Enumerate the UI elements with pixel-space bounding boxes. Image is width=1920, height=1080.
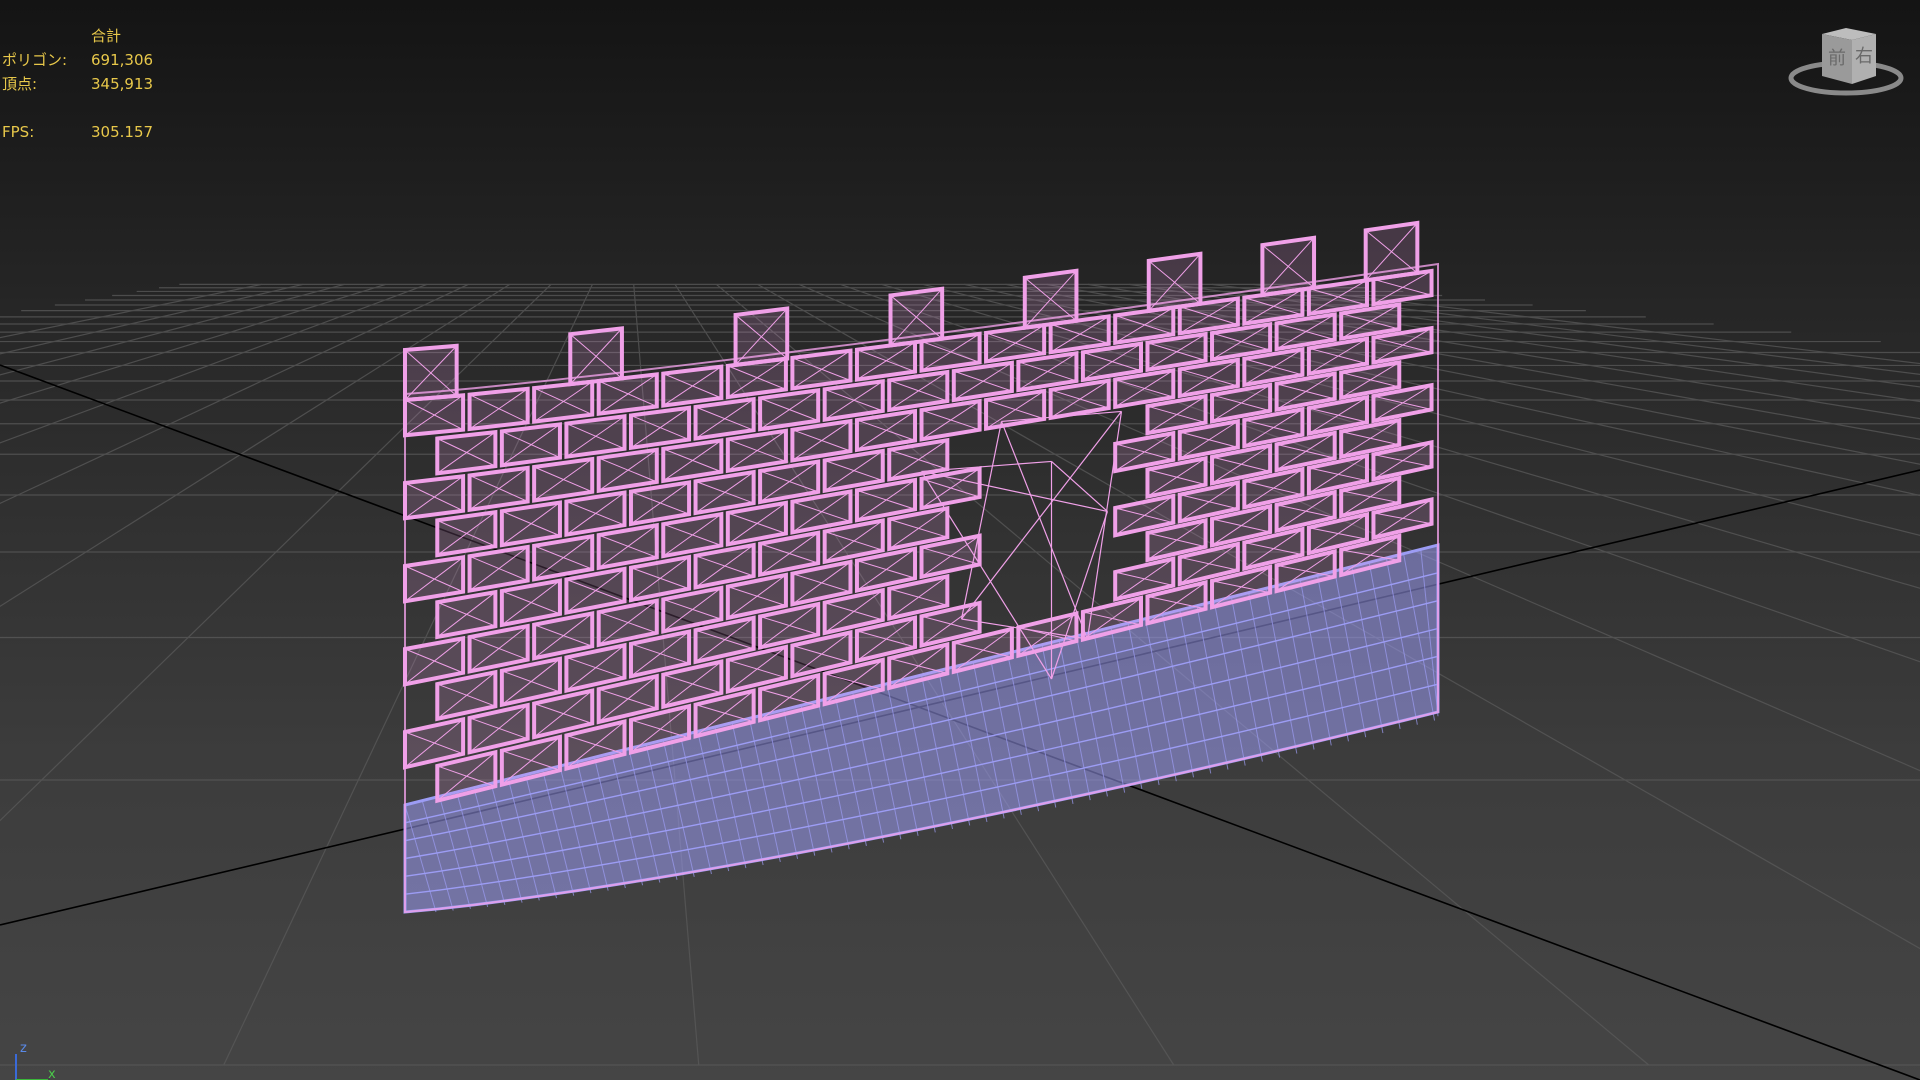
fps-label: FPS:	[2, 123, 35, 141]
axis-z-label: z	[20, 1041, 27, 1056]
grid-line	[0, 283, 387, 404]
viewcube-icon[interactable]: 前 右	[1786, 20, 1906, 100]
grid-line	[0, 283, 469, 505]
axis-x-label: x	[48, 1067, 56, 1080]
wireframe-wall[interactable]	[403, 220, 1440, 914]
viewcube-right-label[interactable]: 右	[1855, 46, 1873, 67]
polygons-label: ポリゴン:	[2, 51, 68, 69]
stats-header: 合計	[91, 27, 122, 45]
polygons-value: 691,306	[91, 51, 154, 69]
grid-line	[0, 283, 345, 376]
vertices-value: 345,913	[91, 75, 154, 93]
vertices-label: 頂点:	[2, 75, 38, 93]
grid-line	[0, 283, 428, 444]
viewport-3d[interactable]	[0, 0, 1920, 1080]
axis-tripod-icon: z x	[15, 1041, 56, 1080]
stats-overlay: 合計 ポリゴン: 691,306 頂点: 345,913 FPS: 305.15…	[0, 24, 220, 144]
grid-line	[0, 283, 263, 339]
wire-edge	[961, 411, 1122, 620]
grid-line	[0, 283, 304, 355]
fps-value: 305.157	[91, 123, 154, 141]
viewcube-front-label[interactable]: 前	[1828, 48, 1846, 69]
